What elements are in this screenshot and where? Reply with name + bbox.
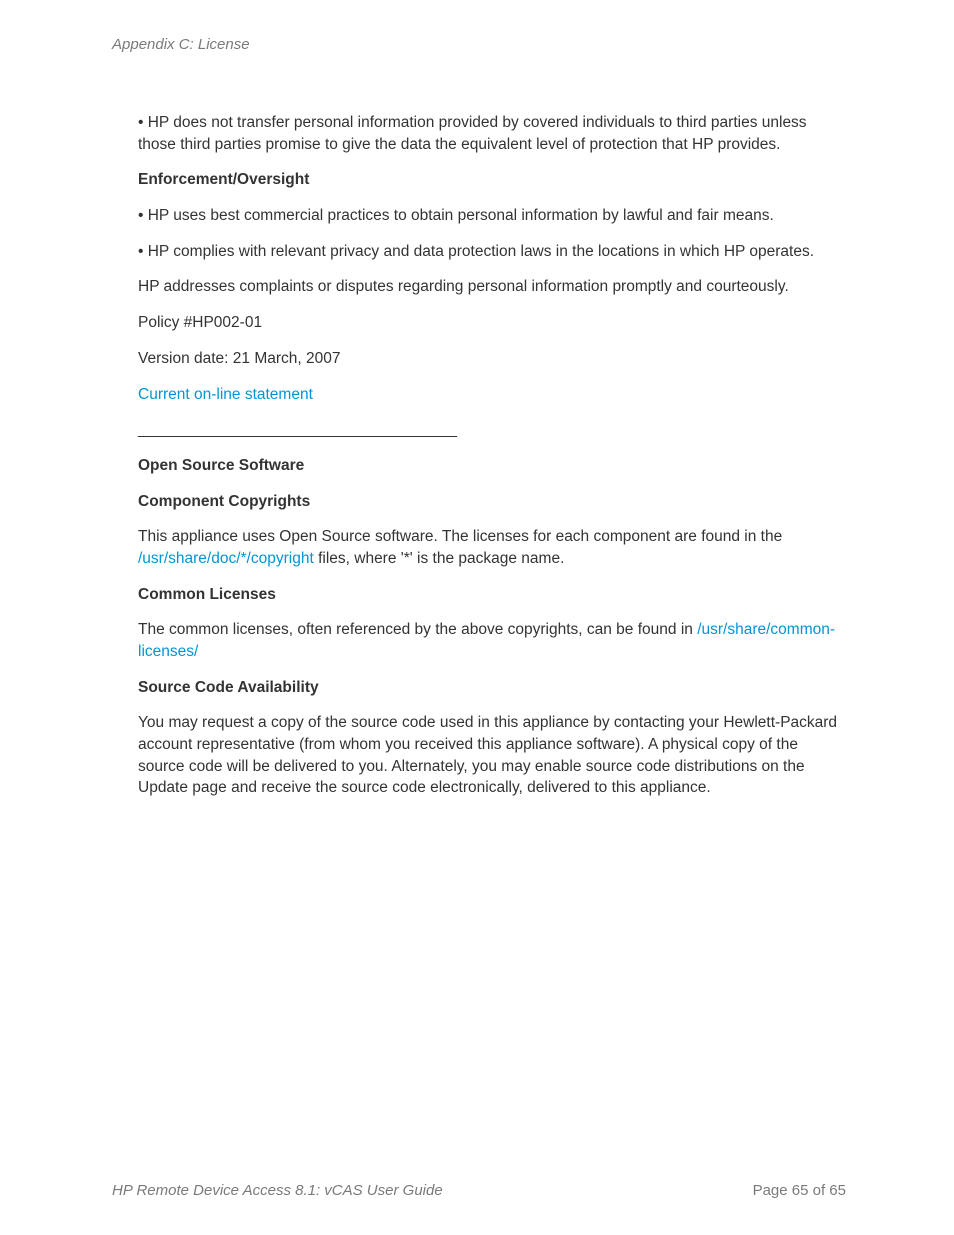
heading-source-code: Source Code Availability xyxy=(138,677,846,699)
paragraph-best-practices: • HP uses best commercial practices to o… xyxy=(138,205,846,227)
paragraph-compliance: • HP complies with relevant privacy and … xyxy=(138,241,846,263)
heading-open-source: Open Source Software xyxy=(138,455,846,477)
page-header: Appendix C: License xyxy=(112,36,250,53)
paragraph-transfer-info: • HP does not transfer personal informat… xyxy=(138,112,846,155)
paragraph-policy-number: Policy #HP002-01 xyxy=(138,312,846,334)
text-component-b: files, where '*' is the package name. xyxy=(314,550,565,567)
paragraph-component-copyrights: This appliance uses Open Source software… xyxy=(138,526,846,569)
header-section-text: Appendix C: License xyxy=(112,36,250,53)
footer-page-info: Page 65 of 65 xyxy=(753,1182,846,1199)
link-online-statement[interactable]: Current on-line statement xyxy=(138,386,313,403)
paragraph-complaints: HP addresses complaints or disputes rega… xyxy=(138,276,846,298)
page-footer: HP Remote Device Access 8.1: vCAS User G… xyxy=(112,1182,846,1199)
footer-doc-title: HP Remote Device Access 8.1: vCAS User G… xyxy=(112,1182,443,1199)
divider-line: _____________________________________ xyxy=(138,419,846,441)
document-content: • HP does not transfer personal informat… xyxy=(138,112,846,813)
heading-component-copyrights: Component Copyrights xyxy=(138,491,846,513)
paragraph-online-statement: Current on-line statement xyxy=(138,384,846,406)
paragraph-common-licenses: The common licenses, often referenced by… xyxy=(138,619,846,662)
heading-common-licenses: Common Licenses xyxy=(138,584,846,606)
text-common-licenses-a: The common licenses, often referenced by… xyxy=(138,621,697,638)
paragraph-source-code: You may request a copy of the source cod… xyxy=(138,712,846,799)
link-copyright-path[interactable]: /usr/share/doc/*/copyright xyxy=(138,550,314,567)
paragraph-version-date: Version date: 21 March, 2007 xyxy=(138,348,846,370)
text-component-a: This appliance uses Open Source software… xyxy=(138,528,782,545)
heading-enforcement: Enforcement/Oversight xyxy=(138,169,846,191)
